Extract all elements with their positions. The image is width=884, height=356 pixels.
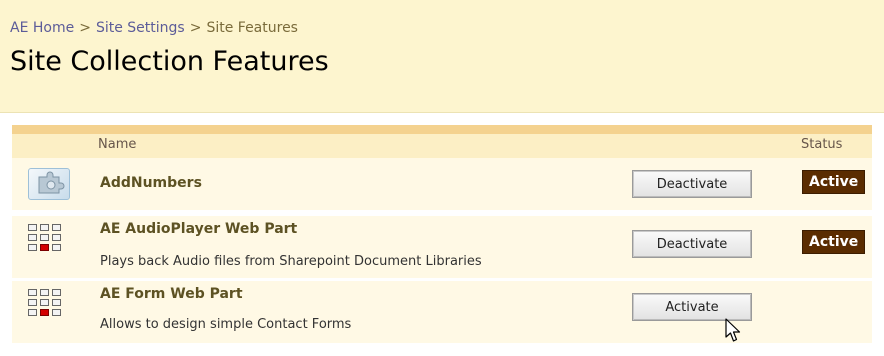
activate-button[interactable]: Activate	[632, 293, 752, 321]
breadcrumb-current: Site Features	[206, 20, 298, 36]
breadcrumb-separator: >	[189, 20, 202, 36]
puzzle-gear-icon	[28, 168, 70, 200]
feature-description: Plays back Audio files from Sharepoint D…	[100, 254, 482, 269]
breadcrumb: AE Home > Site Settings > Site Features	[10, 20, 298, 36]
feature-title: AE AudioPlayer Web Part	[100, 221, 298, 237]
deactivate-button[interactable]: Deactivate	[632, 230, 752, 258]
table-top-bar	[12, 125, 872, 134]
column-header-name: Name	[98, 137, 137, 152]
mouse-cursor-icon	[725, 318, 743, 348]
deactivate-button[interactable]: Deactivate	[632, 170, 752, 198]
webpart-grid-icon	[28, 224, 61, 251]
breadcrumb-separator: >	[79, 20, 91, 36]
feature-row: AE AudioPlayer Web Part Plays back Audio…	[12, 216, 872, 278]
breadcrumb-home[interactable]: AE Home	[10, 20, 74, 36]
webpart-grid-icon	[28, 289, 61, 316]
page-header: AE Home > Site Settings > Site Features Site…	[0, 0, 884, 113]
column-header-status: Status	[801, 137, 843, 152]
feature-row: AE Form Web Part Allows to design simple…	[12, 281, 872, 343]
page-title: Site Collection Features	[10, 46, 329, 77]
breadcrumb-site-settings[interactable]: Site Settings	[96, 20, 185, 36]
feature-title: AddNumbers	[100, 175, 202, 191]
table-header: Name Status	[12, 134, 872, 158]
feature-description: Allows to design simple Contact Forms	[100, 317, 352, 332]
status-badge: Active	[802, 230, 866, 254]
feature-row: AddNumbers Deactivate Active	[12, 158, 872, 210]
status-badge: Active	[802, 170, 866, 194]
feature-title: AE Form Web Part	[100, 286, 243, 302]
